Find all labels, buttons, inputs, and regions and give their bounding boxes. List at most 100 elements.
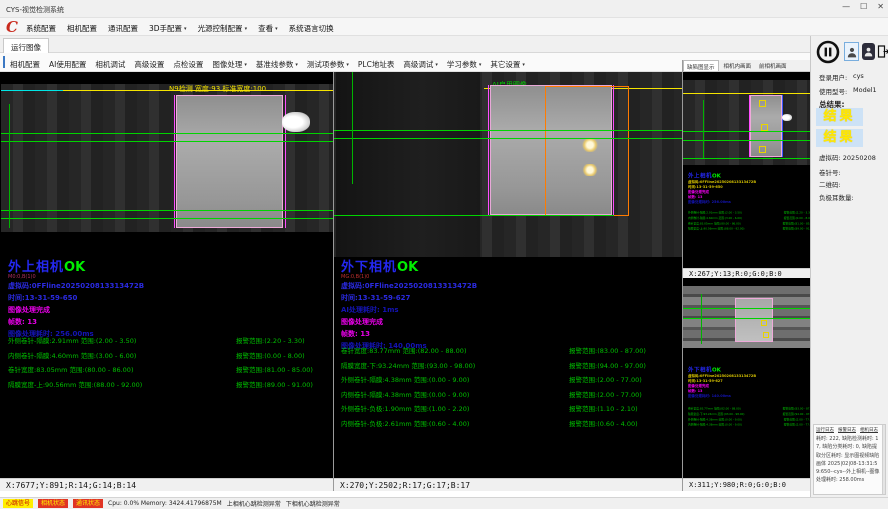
menu-view[interactable]: 查看▾: [258, 23, 278, 34]
log-tab-camera[interactable]: 相机日志: [860, 427, 878, 433]
menu-system-config[interactable]: 系统配置: [26, 23, 56, 34]
model-label: 使用型号:: [819, 86, 847, 96]
cell-region: [176, 95, 283, 228]
mini-info-top: 外上相机OK 虚拟码:0FFline2025020813313472B 时间:1…: [688, 170, 810, 205]
mini-measurements-top: 外侧卷针-隔膜:2.91mm 范围:(2.00 - 3.50)报警范围:(2.2…: [688, 210, 810, 232]
edge-line: [174, 95, 175, 228]
defect-marker: [763, 332, 769, 338]
tool-camera-debug[interactable]: 相机调试: [95, 59, 125, 70]
measurement-row: 隔膜宽度-上:90.56mm 范围:(88.00 - 92.00)报警范围:(8…: [8, 378, 330, 393]
log-tab-run[interactable]: 运行日志: [816, 427, 834, 433]
tab-run-image[interactable]: 运行图像: [3, 38, 49, 53]
connector-blob: [282, 112, 310, 132]
tool-plc-table[interactable]: PLC地址表: [358, 59, 394, 70]
camera-info-middle: 外下相机OK MG:0,B(1)0 虚拟码:0FFline20250208133…: [341, 256, 477, 352]
app-logo-icon: C: [6, 18, 18, 36]
measurement-row: 卷针宽度:83.77mm 范围:(82.00 - 88.00)报警范围:(83.…: [341, 344, 681, 359]
pause-icon: [816, 40, 840, 64]
tool-camera-config[interactable]: 相机配置: [10, 59, 40, 70]
tab-camera-view-1[interactable]: 相机内画面: [721, 60, 755, 71]
defect-view-tabs: 缺陷图显示 相机内画面 前相机画面: [683, 60, 810, 72]
tool-learning-params[interactable]: 学习参数▾: [447, 59, 482, 70]
status-ok: OK: [64, 260, 85, 275]
done-line: 图像处理完成: [341, 316, 477, 328]
chevron-down-icon: ▾: [275, 26, 278, 32]
chevron-down-icon: ▾: [346, 62, 349, 68]
edge-line: [488, 85, 489, 215]
lower-camera-alert: 下相机心跳检测异常: [286, 499, 340, 508]
tool-other-settings[interactable]: 其它设置▾: [490, 59, 525, 70]
minimize-button[interactable]: —: [842, 2, 850, 11]
tool-test-params[interactable]: 测试项参数▾: [307, 59, 349, 70]
logout-button[interactable]: [877, 42, 888, 61]
log-scrollbar[interactable]: [882, 425, 885, 494]
measure-line: [683, 318, 810, 319]
tab-defect-display[interactable]: 缺陷图显示: [683, 60, 719, 71]
defect-marker: [759, 146, 766, 153]
defect-marker: [761, 320, 767, 326]
coord-readout-mini-top: X:267;Y:13;R:0;G:0;B:0: [683, 268, 810, 278]
overlay-label: N9检测 宽度:93 标准宽度:100: [169, 84, 266, 94]
pause-button[interactable]: [815, 39, 841, 65]
chevron-down-icon: ▾: [245, 26, 248, 32]
toolbar-accent: [3, 56, 5, 68]
tool-advanced-settings[interactable]: 高级设置: [134, 59, 164, 70]
measure-line: [701, 294, 702, 344]
overlay-line: [683, 93, 810, 94]
sidebar: 登录用户: cys 使用型号: Model1 总结果: 结果 结果 虚拟码: 2…: [810, 36, 888, 497]
mini-image: [683, 286, 810, 348]
result-badge-1: 结果: [816, 108, 863, 126]
mini-view-bottom: 外下相机OK 虚拟码:0FFline2025020813313472B 时间:1…: [683, 278, 810, 478]
tool-ai-config[interactable]: AI使用配置: [49, 59, 86, 70]
camera-image-left: N9检测 宽度:93 标准宽度:100: [1, 84, 333, 232]
log-tabs: 运行日志 报警日志 相机日志: [814, 425, 885, 434]
log-tab-alarm[interactable]: 报警日志: [838, 427, 856, 433]
camera-panel-left: N9检测 宽度:93 标准宽度:100 外上相机OK M0:0,B(1)0 虚拟…: [1, 72, 333, 478]
camera-image-middle: AI启用图像: [334, 72, 682, 257]
measure-line: [1, 141, 333, 142]
login-user-label: 登录用户:: [819, 72, 847, 82]
cpu-memory-text: Cpu: 0.0% Memory: 3424.41796875M: [108, 500, 222, 507]
edge-line: [749, 95, 750, 157]
menu-robot-config[interactable]: 3D手配置▾: [149, 23, 187, 34]
user-icon: [847, 46, 857, 58]
login-user-button[interactable]: [844, 42, 859, 61]
menu-camera-config[interactable]: 相机配置: [67, 23, 97, 34]
chevron-down-icon: ▾: [435, 62, 438, 68]
tool-image-processing[interactable]: 图像处理▾: [212, 59, 247, 70]
model-value: Model1: [853, 86, 877, 94]
maximize-button[interactable]: ☐: [860, 2, 867, 11]
time-line: 时间:13-31-59-627: [341, 292, 477, 304]
measure-line: [1, 218, 333, 219]
camera-info-left: 外上相机OK M0:0,B(1)0 虚拟码:0FFline20250208133…: [8, 256, 144, 340]
exit-door-icon: [877, 44, 888, 59]
measurement-row: 外侧卷针-隔膜:2.91mm 范围:(2.00 - 3.50)报警范围:(2.2…: [8, 334, 330, 349]
mini-view-top: 外上相机OK 虚拟码:0FFline2025020813313472B 时间:1…: [683, 72, 810, 268]
tool-baseline-params[interactable]: 基准线参数▾: [256, 59, 298, 70]
done-line: 图像处理完成: [8, 304, 144, 316]
result-badge-2: 结果: [816, 129, 863, 147]
needle-no-label: 卷针号:: [819, 167, 841, 177]
time-line: 时间:13-31-59-650: [8, 292, 144, 304]
menu-language-switch[interactable]: 系统语言切换: [289, 23, 334, 34]
barcode-line: 虚拟码:0FFline2025020813313472B: [8, 280, 144, 292]
close-button[interactable]: ✕: [877, 2, 884, 11]
tool-advanced-debug[interactable]: 高级调试▾: [403, 59, 438, 70]
status-ok: OK: [397, 260, 418, 275]
login-user-value: cys: [853, 72, 864, 80]
tab-camera-view-2[interactable]: 前相机画面: [756, 60, 790, 71]
measure-line: [1, 133, 333, 134]
camera-panel-middle: AI启用图像 外下相机OK MG:0,B(1)0 虚拟码:0FFline2025…: [334, 72, 682, 478]
connector-blob: [782, 114, 792, 121]
tool-spot-check[interactable]: 点检设置: [173, 59, 203, 70]
user-lock-button[interactable]: [862, 43, 875, 60]
measure-line: [683, 158, 810, 159]
app-window: CYS-视觉检测系统 — ☐ ✕ C 系统配置 相机配置 通讯配置 3D手配置▾…: [0, 0, 888, 522]
menu-comm-config[interactable]: 通讯配置: [108, 23, 138, 34]
mini-image: [683, 80, 810, 165]
chevron-down-icon: ▾: [295, 62, 298, 68]
coord-readout-mini-bottom: X:311;Y:980;R:0;G:0;B:0: [683, 478, 810, 491]
frames-line: 帧数: 13: [341, 328, 477, 340]
measure-line: [334, 215, 614, 216]
menu-light-config[interactable]: 光源控制配置▾: [198, 23, 248, 34]
